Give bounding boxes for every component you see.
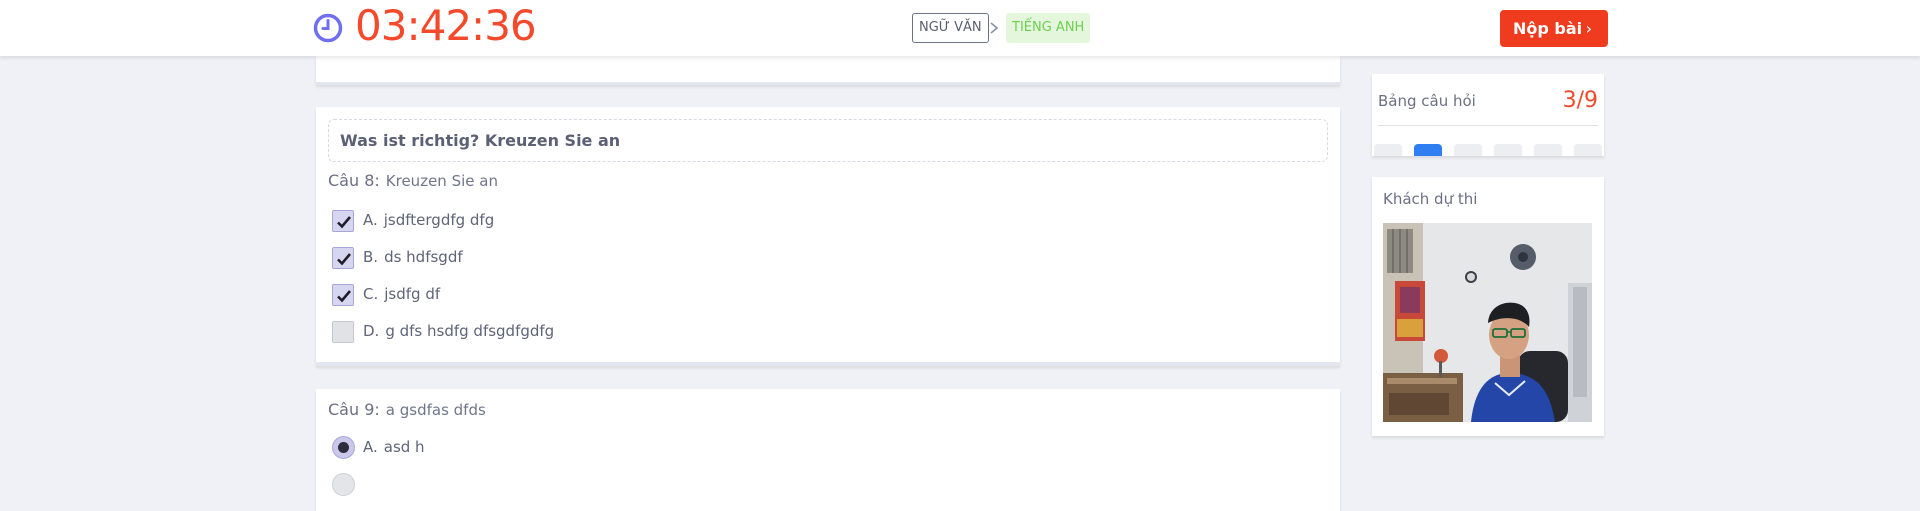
option-label: B. ds hdfsgdf <box>363 248 463 266</box>
checkbox-checked[interactable] <box>332 247 354 269</box>
previous-question-card <box>316 56 1340 85</box>
clock-icon <box>313 13 343 43</box>
question-board-panel: Bảng câu hỏi 3/9 <box>1372 74 1604 156</box>
radio-dot <box>338 442 349 453</box>
checkbox-checked[interactable] <box>332 284 354 306</box>
question-board-count: 3/9 <box>1562 88 1598 113</box>
answer-option-d[interactable]: D. g dfs hsdfg dfsgdfgdfg <box>332 319 732 345</box>
subject-tag-current[interactable]: NGỮ VĂN <box>912 13 989 43</box>
option-label: D. g dfs hsdfg dfsgdfgdfg <box>363 322 555 340</box>
question-card-8: Was ist richtig? Kreuzen Sie an Câu 8: Kr… <box>316 107 1340 366</box>
chevron-right-icon: › <box>1585 19 1592 38</box>
exam-guest-panel: Khách dự thi <box>1372 177 1604 436</box>
answer-option-b[interactable]: B. ds hdfsgdf <box>332 245 732 271</box>
question-text: Kreuzen Sie an <box>385 172 498 190</box>
question-board-label: Bảng câu hỏi <box>1378 92 1476 110</box>
answer-option-a[interactable]: A. jsdftergdfg dfg <box>332 208 732 234</box>
submit-button-label: Nộp bài <box>1513 19 1583 38</box>
question-number: Câu 9: <box>328 400 380 419</box>
countdown-timer: 03:42:36 <box>355 1 537 50</box>
answer-option-a[interactable]: A. asd h <box>332 435 732 461</box>
question-chip[interactable] <box>1494 144 1522 156</box>
radio-selected[interactable] <box>332 436 355 459</box>
question-card-9: Câu 9: a gsdfas dfds A. asd h <box>316 389 1340 511</box>
answer-option-c[interactable]: C. jsdfg df <box>332 282 732 308</box>
checkmark-icon <box>337 216 351 229</box>
webcam-video <box>1383 223 1592 422</box>
question-number: Câu 8: <box>328 171 380 190</box>
checkmark-icon <box>337 290 351 303</box>
checkbox-checked[interactable] <box>332 210 354 232</box>
divider <box>1378 125 1598 126</box>
question-title: Câu 9: a gsdfas dfds <box>328 400 486 419</box>
chevron-right-icon <box>987 13 1001 43</box>
question-chip[interactable] <box>1574 144 1602 156</box>
question-chip[interactable] <box>1374 144 1402 156</box>
checkmark-icon <box>337 253 351 266</box>
question-instruction: Was ist richtig? Kreuzen Sie an <box>328 119 1328 162</box>
top-bar: 03:42:36 NGỮ VĂN TIẾNG ANH Nộp bài › <box>0 0 1920 56</box>
submit-button[interactable]: Nộp bài › <box>1500 10 1608 47</box>
checkbox-unchecked[interactable] <box>332 321 354 343</box>
question-text: a gsdfas dfds <box>385 401 486 419</box>
option-label: C. jsdfg df <box>363 285 441 303</box>
answer-option-b[interactable] <box>332 472 732 498</box>
radio-unselected[interactable] <box>332 473 355 496</box>
question-title: Câu 8: Kreuzen Sie an <box>328 171 498 190</box>
option-label: A. jsdftergdfg dfg <box>363 211 495 229</box>
question-chip-active[interactable] <box>1414 144 1442 156</box>
option-label: A. asd h <box>363 438 425 456</box>
subject-tag-next[interactable]: TIẾNG ANH <box>1006 13 1091 43</box>
question-chip[interactable] <box>1534 144 1562 156</box>
exam-guest-label: Khách dự thi <box>1383 190 1478 208</box>
question-chip[interactable] <box>1454 144 1482 156</box>
